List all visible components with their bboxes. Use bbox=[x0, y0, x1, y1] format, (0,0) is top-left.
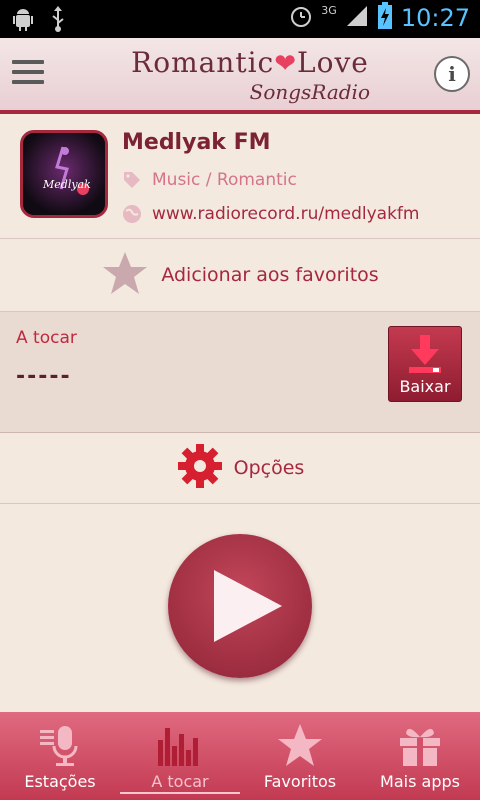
station-genre: Music / Romantic bbox=[152, 170, 297, 190]
tab-label: Favoritos bbox=[263, 772, 337, 791]
menu-line bbox=[12, 80, 44, 84]
gear-icon bbox=[176, 442, 224, 494]
station-name: Medlyak FM bbox=[122, 130, 271, 155]
alarm-icon bbox=[289, 4, 313, 32]
station-info: Medlyak Medlyak FM Music / Romantic www.… bbox=[0, 114, 480, 239]
tab-mais-apps[interactable]: Mais apps bbox=[360, 712, 480, 800]
now-playing-track: ----- bbox=[16, 364, 72, 389]
tag-icon bbox=[122, 170, 142, 190]
status-bar: 3G 10:27 bbox=[0, 0, 480, 38]
tab-label: Mais apps bbox=[380, 772, 460, 791]
active-tab-indicator bbox=[120, 792, 240, 794]
equalizer-icon bbox=[156, 722, 204, 768]
download-button[interactable]: Baixar bbox=[388, 326, 462, 402]
tab-label: A tocar bbox=[151, 772, 209, 791]
usb-icon bbox=[50, 6, 66, 36]
brand-subtitle: SongsRadio bbox=[249, 80, 370, 104]
station-logo: Medlyak bbox=[20, 130, 108, 218]
android-debug-icon bbox=[12, 7, 34, 35]
menu-line bbox=[12, 60, 44, 64]
title-bar: Romantic❤Love SongsRadio i bbox=[0, 38, 480, 114]
app-root: 3G 10:27 Romantic❤Love SongsRadio i Medl… bbox=[0, 0, 480, 800]
brand-word-right: Love bbox=[297, 46, 369, 79]
app-logo: Romantic❤Love SongsRadio bbox=[130, 46, 370, 104]
clock: 10:27 bbox=[400, 4, 470, 32]
bottom-tab-bar: Estações A tocar Favoritos Mais apps bbox=[0, 712, 480, 800]
play-button[interactable] bbox=[168, 534, 312, 678]
station-url-row[interactable]: www.radiorecord.ru/medlyakfm bbox=[122, 204, 419, 224]
add-to-favorites-label: Adicionar aos favoritos bbox=[161, 264, 379, 286]
station-logo-text: Medlyak bbox=[42, 178, 91, 191]
battery-icon bbox=[377, 2, 393, 34]
download-icon bbox=[409, 335, 441, 373]
menu-line bbox=[12, 70, 44, 74]
info-button[interactable]: i bbox=[434, 56, 470, 92]
microphone-icon bbox=[36, 722, 84, 768]
gift-icon bbox=[396, 722, 444, 768]
globe-icon bbox=[122, 204, 142, 224]
station-genre-row: Music / Romantic bbox=[122, 170, 297, 190]
options-label: Opções bbox=[233, 457, 305, 479]
now-playing-panel: A tocar ----- Baixar bbox=[0, 312, 480, 433]
download-label: Baixar bbox=[399, 377, 451, 396]
tab-a-tocar[interactable]: A tocar bbox=[120, 712, 240, 800]
now-playing-label: A tocar bbox=[16, 328, 77, 348]
station-url[interactable]: www.radiorecord.ru/medlyakfm bbox=[152, 204, 419, 224]
heart-icon: ❤ bbox=[274, 49, 298, 79]
signal-icon bbox=[345, 4, 369, 32]
main-content: Medlyak Medlyak FM Music / Romantic www.… bbox=[0, 114, 480, 712]
star-icon bbox=[276, 722, 324, 768]
network-type: 3G bbox=[321, 3, 337, 17]
tab-label: Estações bbox=[24, 772, 96, 791]
brand-word-left: Romantic bbox=[131, 46, 275, 79]
add-to-favorites-button[interactable]: Adicionar aos favoritos bbox=[0, 239, 480, 312]
tab-estacoes[interactable]: Estações bbox=[0, 712, 120, 800]
star-icon bbox=[101, 249, 149, 301]
play-icon bbox=[214, 570, 282, 642]
options-button[interactable]: Opções bbox=[0, 433, 480, 504]
menu-button[interactable] bbox=[12, 60, 44, 86]
tab-favoritos[interactable]: Favoritos bbox=[240, 712, 360, 800]
